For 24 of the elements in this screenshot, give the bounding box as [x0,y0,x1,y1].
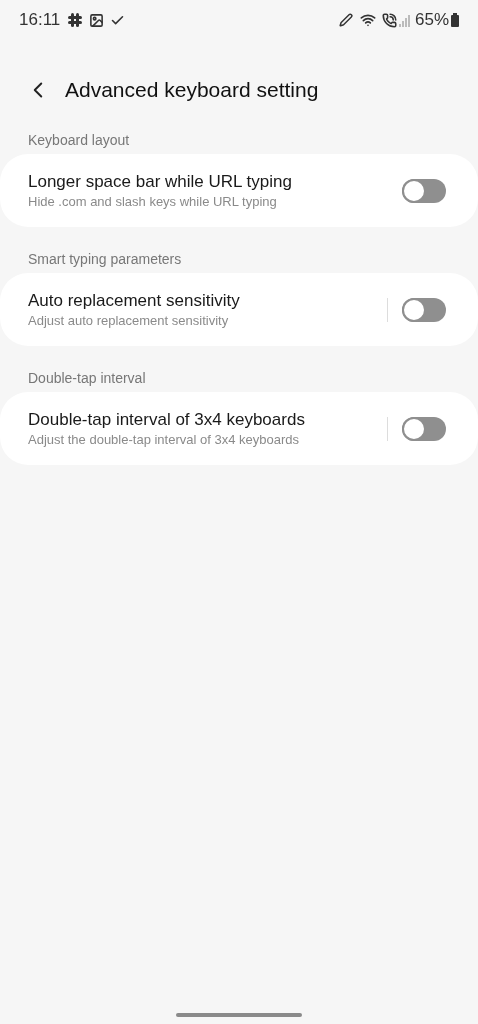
setting-title: Longer space bar while URL typing [28,170,293,193]
setting-title: Auto replacement sensitivity [28,289,241,312]
status-time: 16:11 [19,9,61,32]
setting-row[interactable]: Double-tap interval of 3x4 keyboards Adjust the double-tap interval of 3x4 keyboards [0,392,478,465]
setting-description: Adjust the double-tap interval of 3x4 keyboards [28,430,300,449]
toggle-switch[interactable] [402,178,446,203]
wifi-icon [359,12,376,28]
setting-description: Adjust auto replacement sensitivity [28,311,230,330]
setting-description: Hide .com and slash keys while URL typing [28,192,278,211]
toggle-switch[interactable] [402,297,446,322]
setting-row[interactable]: Auto replacement sensitivity Adjust auto replacement sensitivity [0,273,478,346]
section-header: Double-tap interval [27,368,147,388]
pen-icon [338,13,353,27]
toggle-switch[interactable] [402,416,446,441]
battery-percent: 65% [414,9,449,32]
battery-icon [451,13,459,27]
image-icon [89,12,105,28]
call-icon [381,12,397,28]
setting-title: Double-tap interval of 3x4 keyboards [28,408,306,431]
setting-row[interactable]: Longer space bar while URL typing Hide .com and slash keys while URL typing [0,154,478,227]
page-title: Advanced keyboard setting [65,77,319,104]
signal-icon [398,13,411,27]
section-header: Smart typing parameters [27,249,183,269]
section-header: Keyboard layout [27,130,131,150]
